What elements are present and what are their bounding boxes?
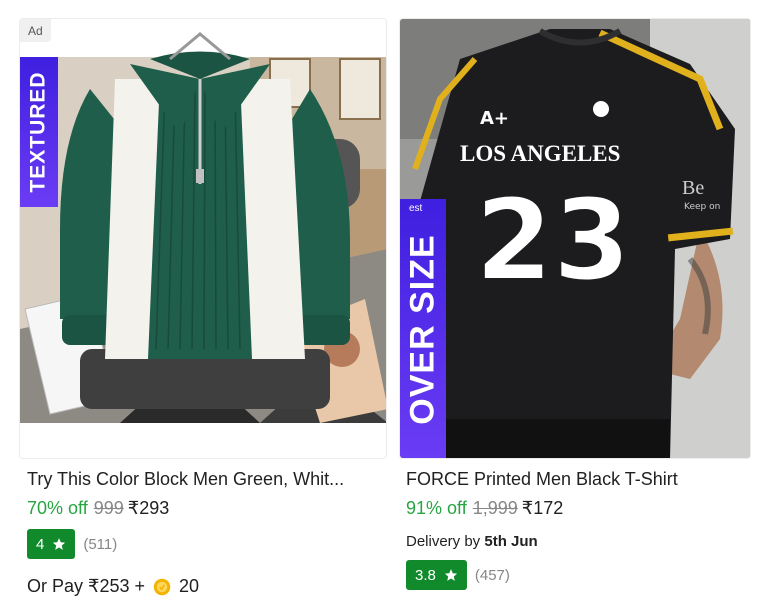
banner-peek-text: est bbox=[409, 203, 423, 214]
rating-value: 3.8 bbox=[415, 566, 436, 584]
star-icon bbox=[444, 569, 457, 581]
rating-count: (457) bbox=[474, 566, 510, 584]
price-row: 70% off 999 ₹293 bbox=[27, 498, 169, 519]
delivery-date: 5th Jun bbox=[484, 533, 538, 550]
delivery-info: Delivery by 5th Jun bbox=[406, 533, 538, 550]
rating-value: 4 bbox=[36, 535, 45, 553]
delivery-prefix: Delivery by bbox=[406, 533, 481, 550]
price-text: ₹293 bbox=[127, 498, 170, 518]
rating-row: 3.8 (457) bbox=[406, 560, 510, 590]
supercoin-icon bbox=[153, 578, 171, 595]
rating-badge: 4 bbox=[27, 529, 76, 559]
mrp-text: 999 bbox=[93, 498, 124, 518]
price-text: ₹172 bbox=[521, 498, 564, 518]
rating-row: 4 (511) bbox=[27, 529, 117, 559]
or-pay-text: Or Pay ₹253 + bbox=[27, 576, 146, 596]
product-grid: Ad TEXTURED Try This Color Block Men Gre… bbox=[0, 0, 761, 607]
shirt-city-text: LOS ANGELES bbox=[460, 141, 620, 166]
product-title[interactable]: Try This Color Block Men Green, Whit... bbox=[27, 469, 372, 490]
rating-count: (511) bbox=[83, 535, 118, 553]
oversize-banner: OVER SIZE bbox=[400, 199, 446, 458]
or-pay-offer: Or Pay ₹253 + 20 bbox=[27, 576, 199, 597]
shirt-sleeve-text: Be bbox=[682, 177, 704, 199]
product-image[interactable]: A+ LOS ANGELES 23 Be Keep on bbox=[400, 19, 751, 459]
textured-banner: TEXTURED bbox=[20, 57, 58, 207]
shirt-sleeve-small-text: Keep on bbox=[684, 202, 720, 212]
shirt-number-text: 23 bbox=[475, 176, 631, 306]
coin-count: 20 bbox=[179, 576, 200, 596]
svg-text:A+: A+ bbox=[480, 108, 509, 129]
product-image-frame[interactable]: Ad TEXTURED bbox=[19, 18, 387, 459]
product-image-frame[interactable]: A+ LOS ANGELES 23 Be Keep on OVER SIZE e… bbox=[399, 18, 751, 459]
product-title[interactable]: FORCE Printed Men Black T-Shirt bbox=[406, 469, 746, 490]
product-image[interactable] bbox=[20, 19, 387, 459]
discount-text: 91% off bbox=[406, 498, 467, 518]
discount-text: 70% off bbox=[27, 498, 88, 518]
ad-badge: Ad bbox=[20, 19, 51, 42]
rating-badge: 3.8 bbox=[406, 560, 467, 590]
mrp-text: 1,999 bbox=[472, 498, 518, 518]
price-row: 91% off 1,999 ₹172 bbox=[406, 498, 563, 519]
star-icon bbox=[53, 538, 66, 550]
